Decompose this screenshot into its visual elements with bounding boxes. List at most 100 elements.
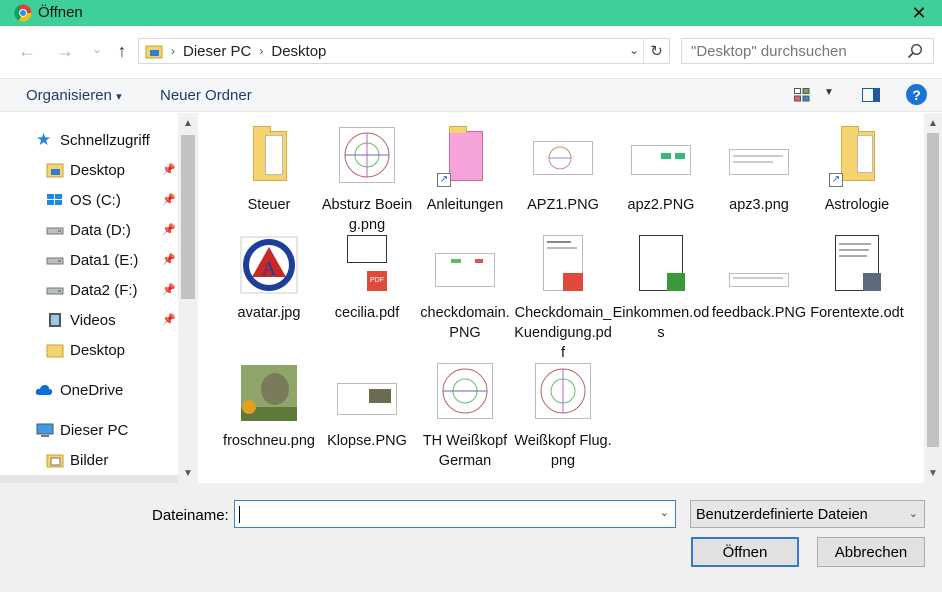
sidebar-item-bilder[interactable]: Bilder: [46, 447, 108, 473]
pin-icon[interactable]: 📌: [162, 193, 176, 206]
sidebar-scrollbar[interactable]: ▲ ▼: [178, 113, 198, 483]
pin-icon[interactable]: 📌: [162, 163, 176, 176]
file-item[interactable]: PDF cecilia.pdf: [318, 235, 416, 323]
refresh-button[interactable]: ↻: [643, 39, 669, 63]
sidebar-item-data2-f[interactable]: Data2 (F:): [46, 277, 138, 303]
view-mode-icon[interactable]: [794, 88, 810, 102]
pdf-icon: [533, 235, 593, 295]
windows-drive-icon: [47, 194, 62, 205]
organize-arrow-icon: ▾: [116, 91, 122, 103]
breadcrumb-desktop[interactable]: Desktop: [271, 43, 326, 60]
scroll-down-icon[interactable]: ▼: [178, 463, 198, 483]
file-item[interactable]: checkdomain.PNG: [416, 235, 514, 343]
pictures-folder-icon: [46, 454, 64, 468]
file-item[interactable]: ↗ Anleitungen: [416, 126, 514, 215]
search-icon[interactable]: [907, 43, 923, 59]
sidebar-item-desktop-folder[interactable]: Desktop: [46, 337, 125, 363]
shortcut-arrow-icon: ↗: [437, 173, 451, 187]
file-item[interactable]: froschneu.png: [220, 363, 318, 451]
sidebar-item-data1-e[interactable]: Data1 (E:): [46, 247, 138, 273]
cancel-button[interactable]: Abbrechen: [817, 537, 925, 567]
preview-pane-icon[interactable]: [862, 88, 880, 102]
file-list-scrollbar[interactable]: ▲ ▼: [924, 113, 942, 483]
star-icon: ★: [36, 130, 52, 149]
sidebar-item-videos[interactable]: Videos: [46, 307, 116, 333]
scroll-down-icon[interactable]: ▼: [924, 463, 942, 483]
file-item[interactable]: Forentexte.odt: [808, 235, 906, 323]
scrollbar-thumb[interactable]: [927, 133, 939, 447]
scrollbar-thumb[interactable]: [181, 135, 195, 299]
screenshot-icon: [631, 127, 691, 187]
pc-folder-icon: [145, 45, 163, 59]
file-item[interactable]: Weißkopf Flug.png: [514, 363, 612, 471]
text-caret: [239, 506, 240, 523]
chevron-down-icon[interactable]: ⌄: [660, 506, 669, 519]
sidebar-item-label: Data2 (F:): [70, 281, 138, 299]
file-item[interactable]: TH Weißkopf German: [416, 363, 514, 471]
breadcrumb-dieser-pc[interactable]: Dieser PC: [183, 43, 251, 60]
file-item[interactable]: Checkdomain_Kuendigung.pdf: [514, 235, 612, 363]
back-button[interactable]: ←: [16, 40, 38, 62]
file-item[interactable]: Einkommen.ods: [612, 235, 710, 343]
recent-locations-dropdown[interactable]: ⌄: [86, 38, 108, 60]
navigation-bar: ← → ⌄ ↑ › Dieser PC › Desktop ⌄ ↻ "Deskt…: [0, 26, 942, 78]
file-item[interactable]: APZ1.PNG: [514, 127, 612, 215]
screenshot-icon: [435, 235, 495, 295]
pin-icon[interactable]: 📌: [162, 223, 176, 236]
navigation-pane: ★ Schnellzugriff Desktop OS (C:) Data (D…: [0, 113, 198, 483]
file-item[interactable]: Steuer: [220, 126, 318, 215]
organize-button[interactable]: Organisieren ▾: [26, 87, 122, 104]
file-item[interactable]: apz3.png: [710, 127, 808, 215]
breadcrumb-separator-icon: ›: [259, 44, 264, 58]
chevron-down-icon[interactable]: ⌄: [629, 43, 639, 57]
up-button[interactable]: ↑: [111, 40, 133, 62]
sidebar-item-label: OS (C:): [70, 191, 121, 209]
forward-button[interactable]: →: [54, 40, 76, 62]
close-button[interactable]: ✕: [896, 0, 942, 26]
file-item[interactable]: apz2.PNG: [612, 127, 710, 215]
open-button[interactable]: Öffnen: [691, 537, 799, 567]
sidebar-item-schnellzugriff[interactable]: ★ Schnellzugriff: [36, 127, 150, 153]
new-folder-button[interactable]: Neuer Ordner: [160, 87, 252, 104]
search-input[interactable]: "Desktop" durchsuchen: [691, 43, 847, 60]
file-item[interactable]: ↗ Astrologie: [808, 126, 906, 215]
scroll-up-icon[interactable]: ▲: [924, 113, 942, 133]
pin-icon[interactable]: 📌: [162, 313, 176, 326]
sidebar-item-data-d[interactable]: Data (D:): [46, 217, 131, 243]
file-item[interactable]: feedback.PNG: [710, 235, 808, 323]
view-options-dropdown-icon[interactable]: ▼: [824, 87, 834, 98]
sidebar-item-label: Data1 (E:): [70, 251, 139, 269]
sidebar-item-label: Schnellzugriff: [60, 131, 150, 149]
breadcrumb-separator-icon: ›: [171, 44, 175, 58]
avatar-image-icon: A: [239, 235, 299, 295]
sidebar-item-os-c[interactable]: OS (C:): [46, 187, 121, 213]
pin-icon[interactable]: 📌: [162, 253, 176, 266]
sidebar-item-dieser-pc[interactable]: Dieser PC: [36, 417, 128, 443]
sidebar-item-onedrive[interactable]: OneDrive: [34, 377, 123, 403]
sidebar-item-label: OneDrive: [60, 381, 124, 399]
file-item[interactable]: Absturz Boeing.png: [318, 127, 416, 235]
filetype-select[interactable]: Benutzerdefinierte Dateien ⌄: [690, 500, 925, 528]
folder-icon: [46, 344, 64, 358]
sidebar-item-desktop[interactable]: Desktop: [46, 157, 125, 183]
sidebar-item-label: Data (D:): [70, 221, 131, 239]
file-item[interactable]: A avatar.jpg: [220, 235, 318, 323]
file-item[interactable]: Klopse.PNG: [318, 363, 416, 451]
search-box[interactable]: "Desktop" durchsuchen: [681, 38, 934, 64]
filename-input[interactable]: ⌄: [234, 500, 676, 528]
shortcut-arrow-icon: ↗: [829, 173, 843, 187]
spreadsheet-icon: [631, 235, 691, 295]
pin-icon[interactable]: 📌: [162, 283, 176, 296]
desktop-folder-icon: [46, 163, 64, 178]
sidebar-selected-row[interactable]: [0, 475, 178, 483]
screenshot-icon: [729, 127, 789, 187]
chevron-down-icon[interactable]: ⌄: [909, 507, 918, 520]
window-title: Öffnen: [38, 4, 83, 21]
help-icon[interactable]: ?: [906, 84, 927, 105]
drive-icon: [46, 257, 64, 265]
scroll-up-icon[interactable]: ▲: [178, 113, 198, 133]
video-icon: [49, 313, 61, 327]
drive-icon: [46, 287, 64, 295]
address-bar[interactable]: › Dieser PC › Desktop ⌄ ↻: [138, 38, 670, 64]
filetype-value: Benutzerdefinierte Dateien: [696, 507, 868, 523]
